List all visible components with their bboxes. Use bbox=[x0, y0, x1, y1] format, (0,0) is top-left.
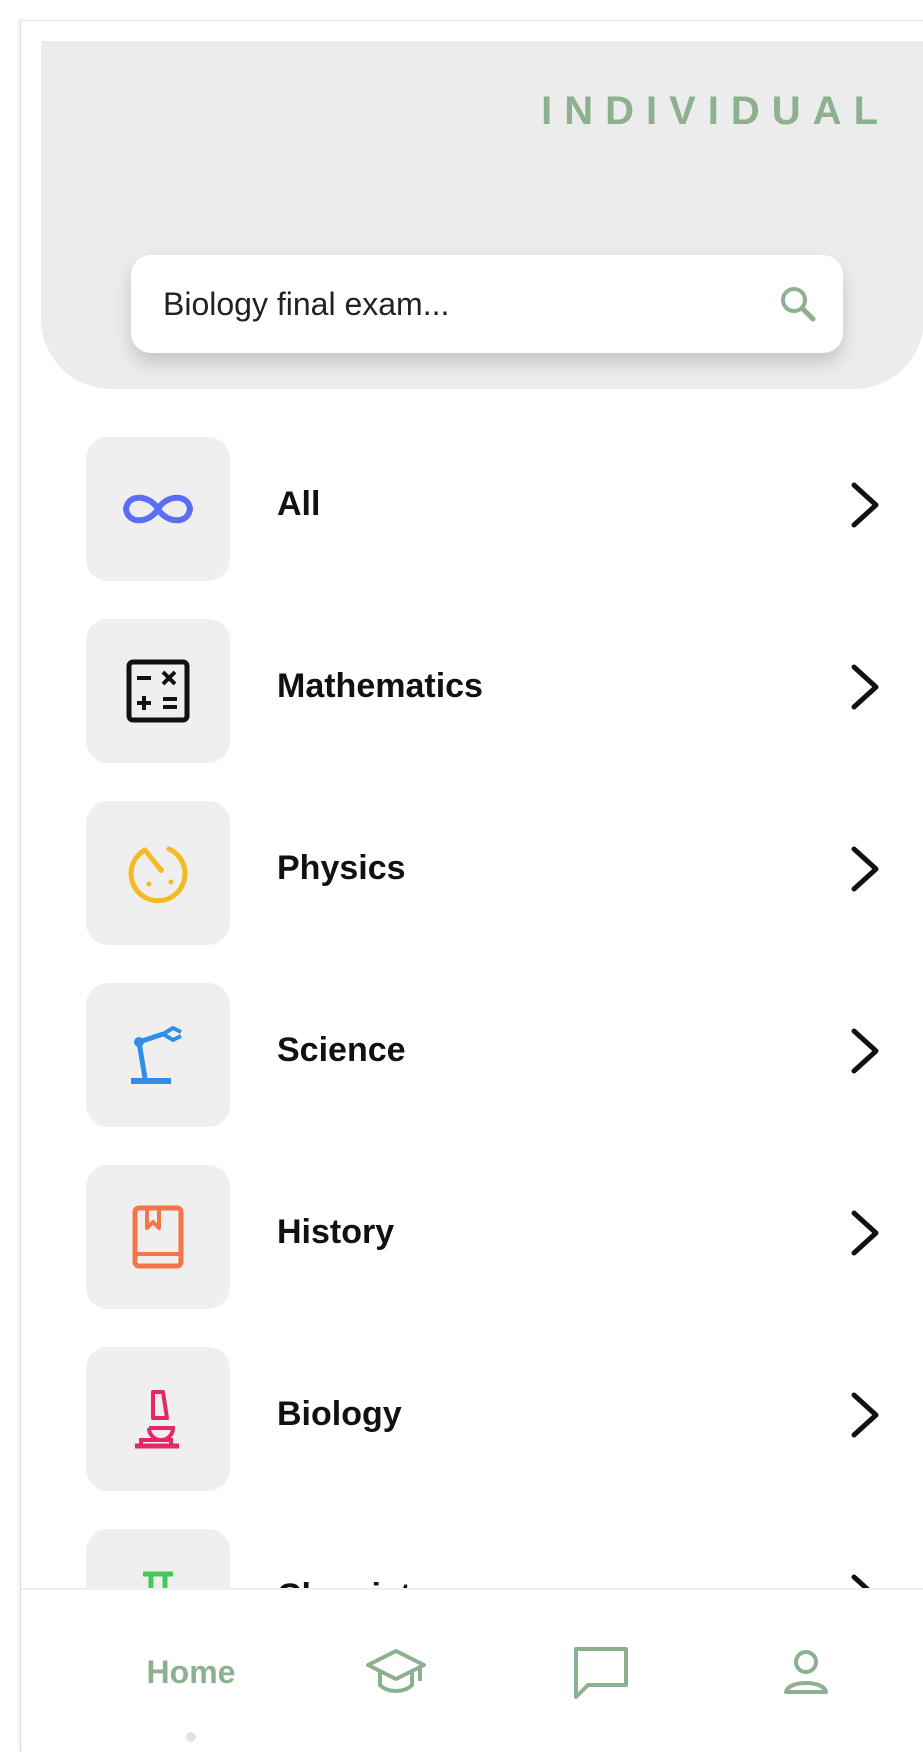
chevron-right-icon[interactable] bbox=[844, 1025, 884, 1077]
subject-label: Mathematics bbox=[277, 667, 483, 705]
subject-tile bbox=[86, 437, 230, 581]
bottom-nav: Home bbox=[21, 1588, 923, 1752]
app-frame: INDIVIDUAL All bbox=[20, 20, 923, 1752]
nav-profile[interactable] bbox=[706, 1590, 906, 1752]
subject-label: Science bbox=[277, 1031, 406, 1069]
search-button[interactable] bbox=[753, 255, 843, 353]
user-icon bbox=[784, 1650, 828, 1694]
subject-item-all[interactable]: All bbox=[21, 413, 923, 595]
atom-icon bbox=[128, 846, 188, 904]
chevron-right-icon[interactable] bbox=[844, 1207, 884, 1259]
subject-label: All bbox=[277, 485, 321, 523]
active-indicator-dot bbox=[186, 1732, 196, 1742]
subject-label: History bbox=[277, 1213, 395, 1251]
graduation-cap-icon bbox=[366, 1649, 426, 1693]
subject-tile bbox=[86, 1165, 230, 1309]
microscope-icon bbox=[135, 1390, 179, 1449]
search-bar bbox=[131, 254, 843, 354]
subject-item-biology[interactable]: Biology bbox=[21, 1323, 923, 1505]
chevron-right-icon[interactable] bbox=[844, 1389, 884, 1441]
subject-label: Biology bbox=[277, 1395, 402, 1433]
chat-bubble-icon bbox=[574, 1647, 628, 1699]
nav-home[interactable]: Home bbox=[91, 1590, 291, 1752]
nav-messages[interactable] bbox=[501, 1590, 701, 1752]
robot-arm-icon bbox=[131, 1025, 182, 1084]
nav-courses[interactable] bbox=[296, 1590, 496, 1752]
header: INDIVIDUAL bbox=[41, 41, 923, 389]
search-input[interactable] bbox=[131, 254, 753, 354]
subject-item-mathematics[interactable]: Mathematics bbox=[21, 595, 923, 777]
calculator-icon bbox=[126, 659, 190, 723]
chevron-right-icon[interactable] bbox=[844, 479, 884, 531]
search-icon bbox=[781, 287, 816, 322]
subject-label: Physics bbox=[277, 849, 406, 887]
chevron-right-icon[interactable] bbox=[844, 843, 884, 895]
subject-tile bbox=[86, 619, 230, 763]
book-icon bbox=[132, 1205, 184, 1269]
brand-title: INDIVIDUAL bbox=[541, 89, 890, 133]
chevron-right-icon[interactable] bbox=[844, 661, 884, 713]
subject-tile bbox=[86, 801, 230, 945]
subject-item-history[interactable]: History bbox=[21, 1141, 923, 1323]
subject-list: All Mathematics Physics Science History … bbox=[21, 413, 923, 1687]
subject-tile bbox=[86, 983, 230, 1127]
infinity-icon bbox=[123, 494, 193, 524]
nav-home-label: Home bbox=[146, 1653, 236, 1690]
subject-item-physics[interactable]: Physics bbox=[21, 777, 923, 959]
subject-tile bbox=[86, 1347, 230, 1491]
subject-item-science[interactable]: Science bbox=[21, 959, 923, 1141]
